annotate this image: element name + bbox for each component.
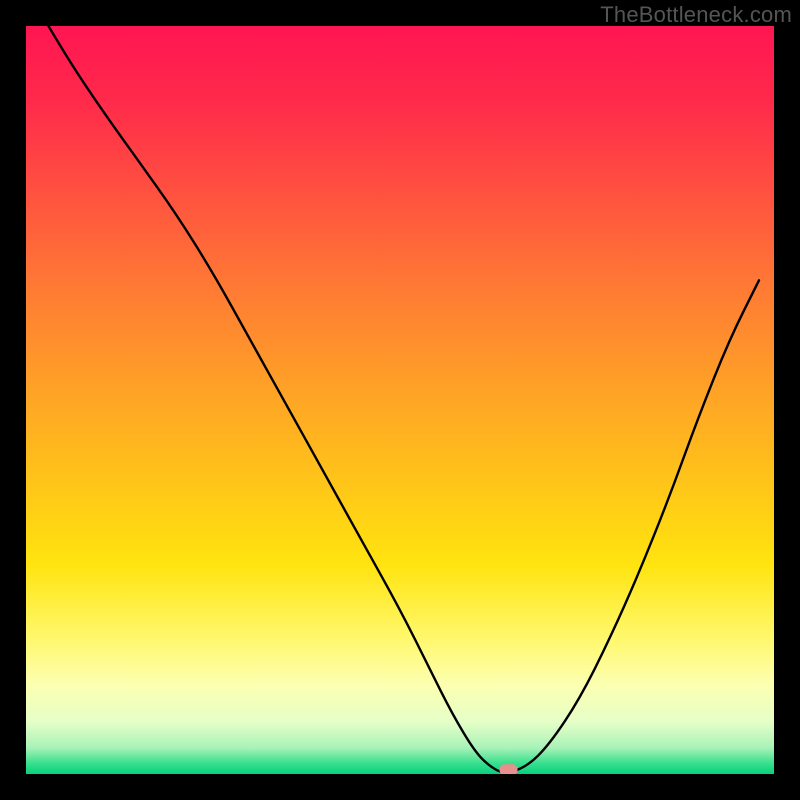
- optimum-marker: [500, 764, 518, 774]
- plot-background: [26, 26, 774, 774]
- chart-frame: TheBottleneck.com: [0, 0, 800, 800]
- chart-svg: [26, 26, 774, 774]
- plot-outer: [26, 26, 774, 774]
- watermark-text: TheBottleneck.com: [600, 2, 792, 28]
